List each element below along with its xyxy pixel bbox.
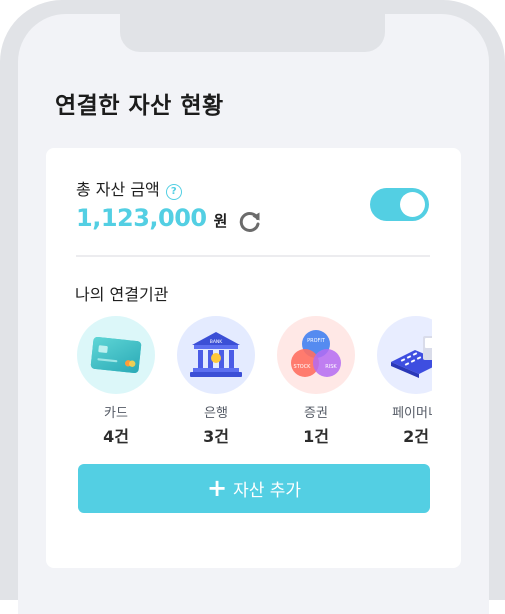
institution-item-securities[interactable]: PROFIT STOCK RISK 증권 1건 — [276, 316, 356, 446]
institution-item-card[interactable]: 카드 4건 — [76, 316, 156, 446]
institution-item-bank[interactable]: BANK 은행 3건 — [176, 316, 256, 446]
institution-item-pay[interactable]: 페이머니 2건 — [376, 316, 432, 446]
credit-card-icon — [77, 316, 155, 394]
venn-label-top: PROFIT — [307, 338, 326, 344]
amount-row: 1,123,000 원 — [76, 200, 263, 236]
institution-count: 3건 — [203, 427, 229, 446]
add-asset-button-label: 자산 추가 — [233, 481, 302, 501]
amount-unit: 원 — [213, 212, 228, 230]
bank-label: BANK — [210, 339, 224, 345]
institution-name: 은행 — [204, 406, 228, 421]
total-asset-label: 총 자산 금액? — [76, 176, 182, 200]
institution-name: 페이머니 — [392, 406, 432, 421]
connected-institutions-title: 나의 연결기관 — [75, 285, 169, 304]
phone-frame: 연결한 자산 현황 총 자산 금액? 1,123,000 원 나의 연결기관 카… — [0, 0, 505, 614]
institution-count: 4건 — [103, 427, 129, 446]
divider — [76, 255, 430, 257]
help-icon[interactable]: ? — [165, 184, 182, 200]
toggle-knob — [400, 192, 425, 217]
pay-keypad-icon — [377, 316, 432, 394]
total-asset-amount: 1,123,000 — [76, 204, 207, 232]
phone-screen: 연결한 자산 현황 총 자산 금액? 1,123,000 원 나의 연결기관 카… — [18, 14, 489, 614]
institution-count: 1건 — [303, 427, 329, 446]
plus-icon: + — [206, 473, 228, 502]
securities-venn-icon: PROFIT STOCK RISK — [277, 316, 355, 394]
phone-notch — [120, 14, 385, 52]
page-title: 연결한 자산 현황 — [55, 93, 224, 119]
refresh-icon[interactable] — [237, 208, 263, 234]
add-asset-button[interactable]: + 자산 추가 — [78, 464, 430, 513]
asset-card: 총 자산 금액? 1,123,000 원 나의 연결기관 카드 4건 BANK … — [46, 148, 461, 568]
venn-label-right: RISK — [325, 364, 337, 370]
asset-visibility-toggle[interactable] — [370, 188, 429, 221]
venn-label-left: STOCK — [294, 364, 312, 370]
institution-carousel[interactable]: 카드 4건 BANK 은행 3건 PROFIT STOCK RISK 증권 1건… — [76, 316, 432, 446]
institution-count: 2건 — [403, 427, 429, 446]
institution-name: 증권 — [304, 406, 328, 421]
bank-building-icon: BANK — [177, 316, 255, 394]
total-asset-label-text: 총 자산 금액 — [76, 180, 160, 199]
institution-name: 카드 — [104, 406, 128, 421]
